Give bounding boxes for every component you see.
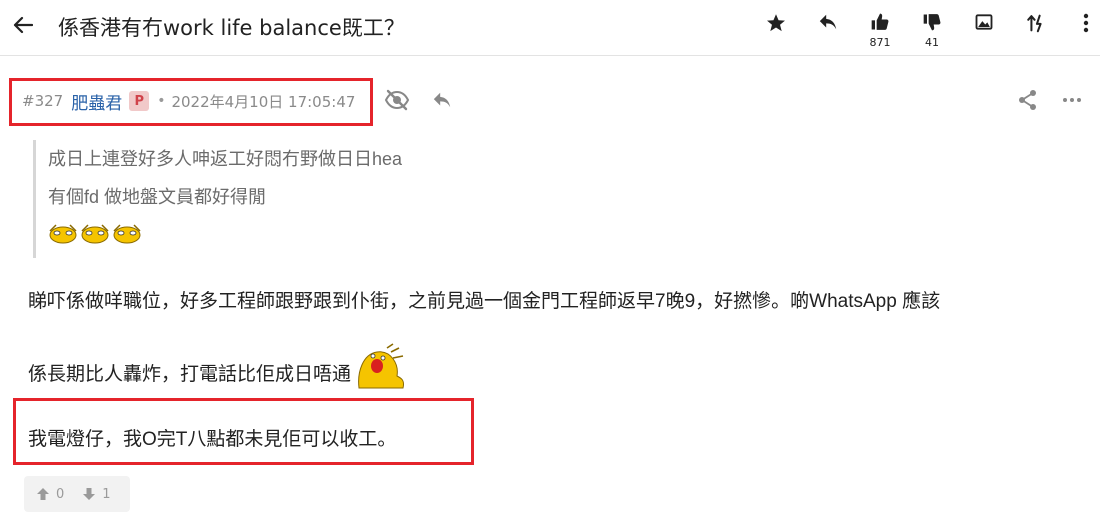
- quote-line: 有個fd 做地盤文員都好得閒: [48, 187, 267, 207]
- post: #327 肥蟲君 P • 2022年4月10日 17:05:47 成日上連登好多…: [0, 68, 1100, 525]
- dislike-count: 41: [925, 36, 939, 49]
- thread-title: 係香港有冇work life balance既工？: [58, 16, 405, 40]
- star-icon[interactable]: [758, 6, 794, 50]
- emoji-row: [48, 216, 593, 250]
- emoji-icon: [49, 224, 77, 244]
- reply-icon[interactable]: [810, 6, 846, 50]
- thumbs-up-icon: [871, 13, 889, 30]
- like-button[interactable]: 871: [862, 6, 898, 50]
- top-bar: 係香港有冇work life balance既工？ 871 41: [0, 0, 1100, 56]
- dislike-button[interactable]: 41: [914, 6, 950, 50]
- like-count: 871: [869, 36, 891, 49]
- downvote-count: 1: [102, 486, 111, 502]
- quote-block: 成日上連登好多人呻返工好悶冇野做日日hea 有個fd 做地盤文員都好得閒: [33, 140, 593, 258]
- more-vertical-icon[interactable]: [1068, 6, 1100, 50]
- emoji-icon: [358, 343, 404, 389]
- share-icon[interactable]: [1014, 86, 1042, 114]
- post-reply-icon[interactable]: [428, 86, 456, 114]
- sort-icon[interactable]: [1018, 6, 1054, 50]
- thumbs-down-icon: [923, 14, 941, 31]
- eye-off-icon[interactable]: [383, 86, 411, 114]
- downvote-button[interactable]: 1: [82, 486, 111, 502]
- down-arrow-icon: [83, 488, 96, 500]
- highlight-box-header: [9, 78, 373, 126]
- vote-bar: 0 1: [24, 476, 130, 512]
- post-body-line-container: 係長期比人轟炸，打電話比佢成日唔通: [28, 342, 407, 389]
- post-body-line: 睇吓係做咩職位，好多工程師跟野跟到仆街，之前見過一個金門工程師返早7晚9，好撚慘…: [28, 291, 941, 312]
- more-horizontal-icon[interactable]: [1058, 86, 1086, 114]
- image-icon[interactable]: [966, 6, 1002, 50]
- upvote-button[interactable]: 0: [36, 487, 64, 502]
- quote-line: 成日上連登好多人呻返工好悶冇野做日日hea: [48, 149, 403, 169]
- emoji-icon: [81, 224, 109, 244]
- highlight-box-body: [13, 398, 474, 465]
- post-body-line: 係長期比人轟炸，打電話比佢成日唔通: [28, 364, 352, 385]
- emoji-icon: [113, 224, 141, 244]
- upvote-count: 0: [56, 486, 65, 502]
- back-arrow-icon[interactable]: [10, 12, 36, 38]
- up-arrow-icon: [37, 488, 49, 500]
